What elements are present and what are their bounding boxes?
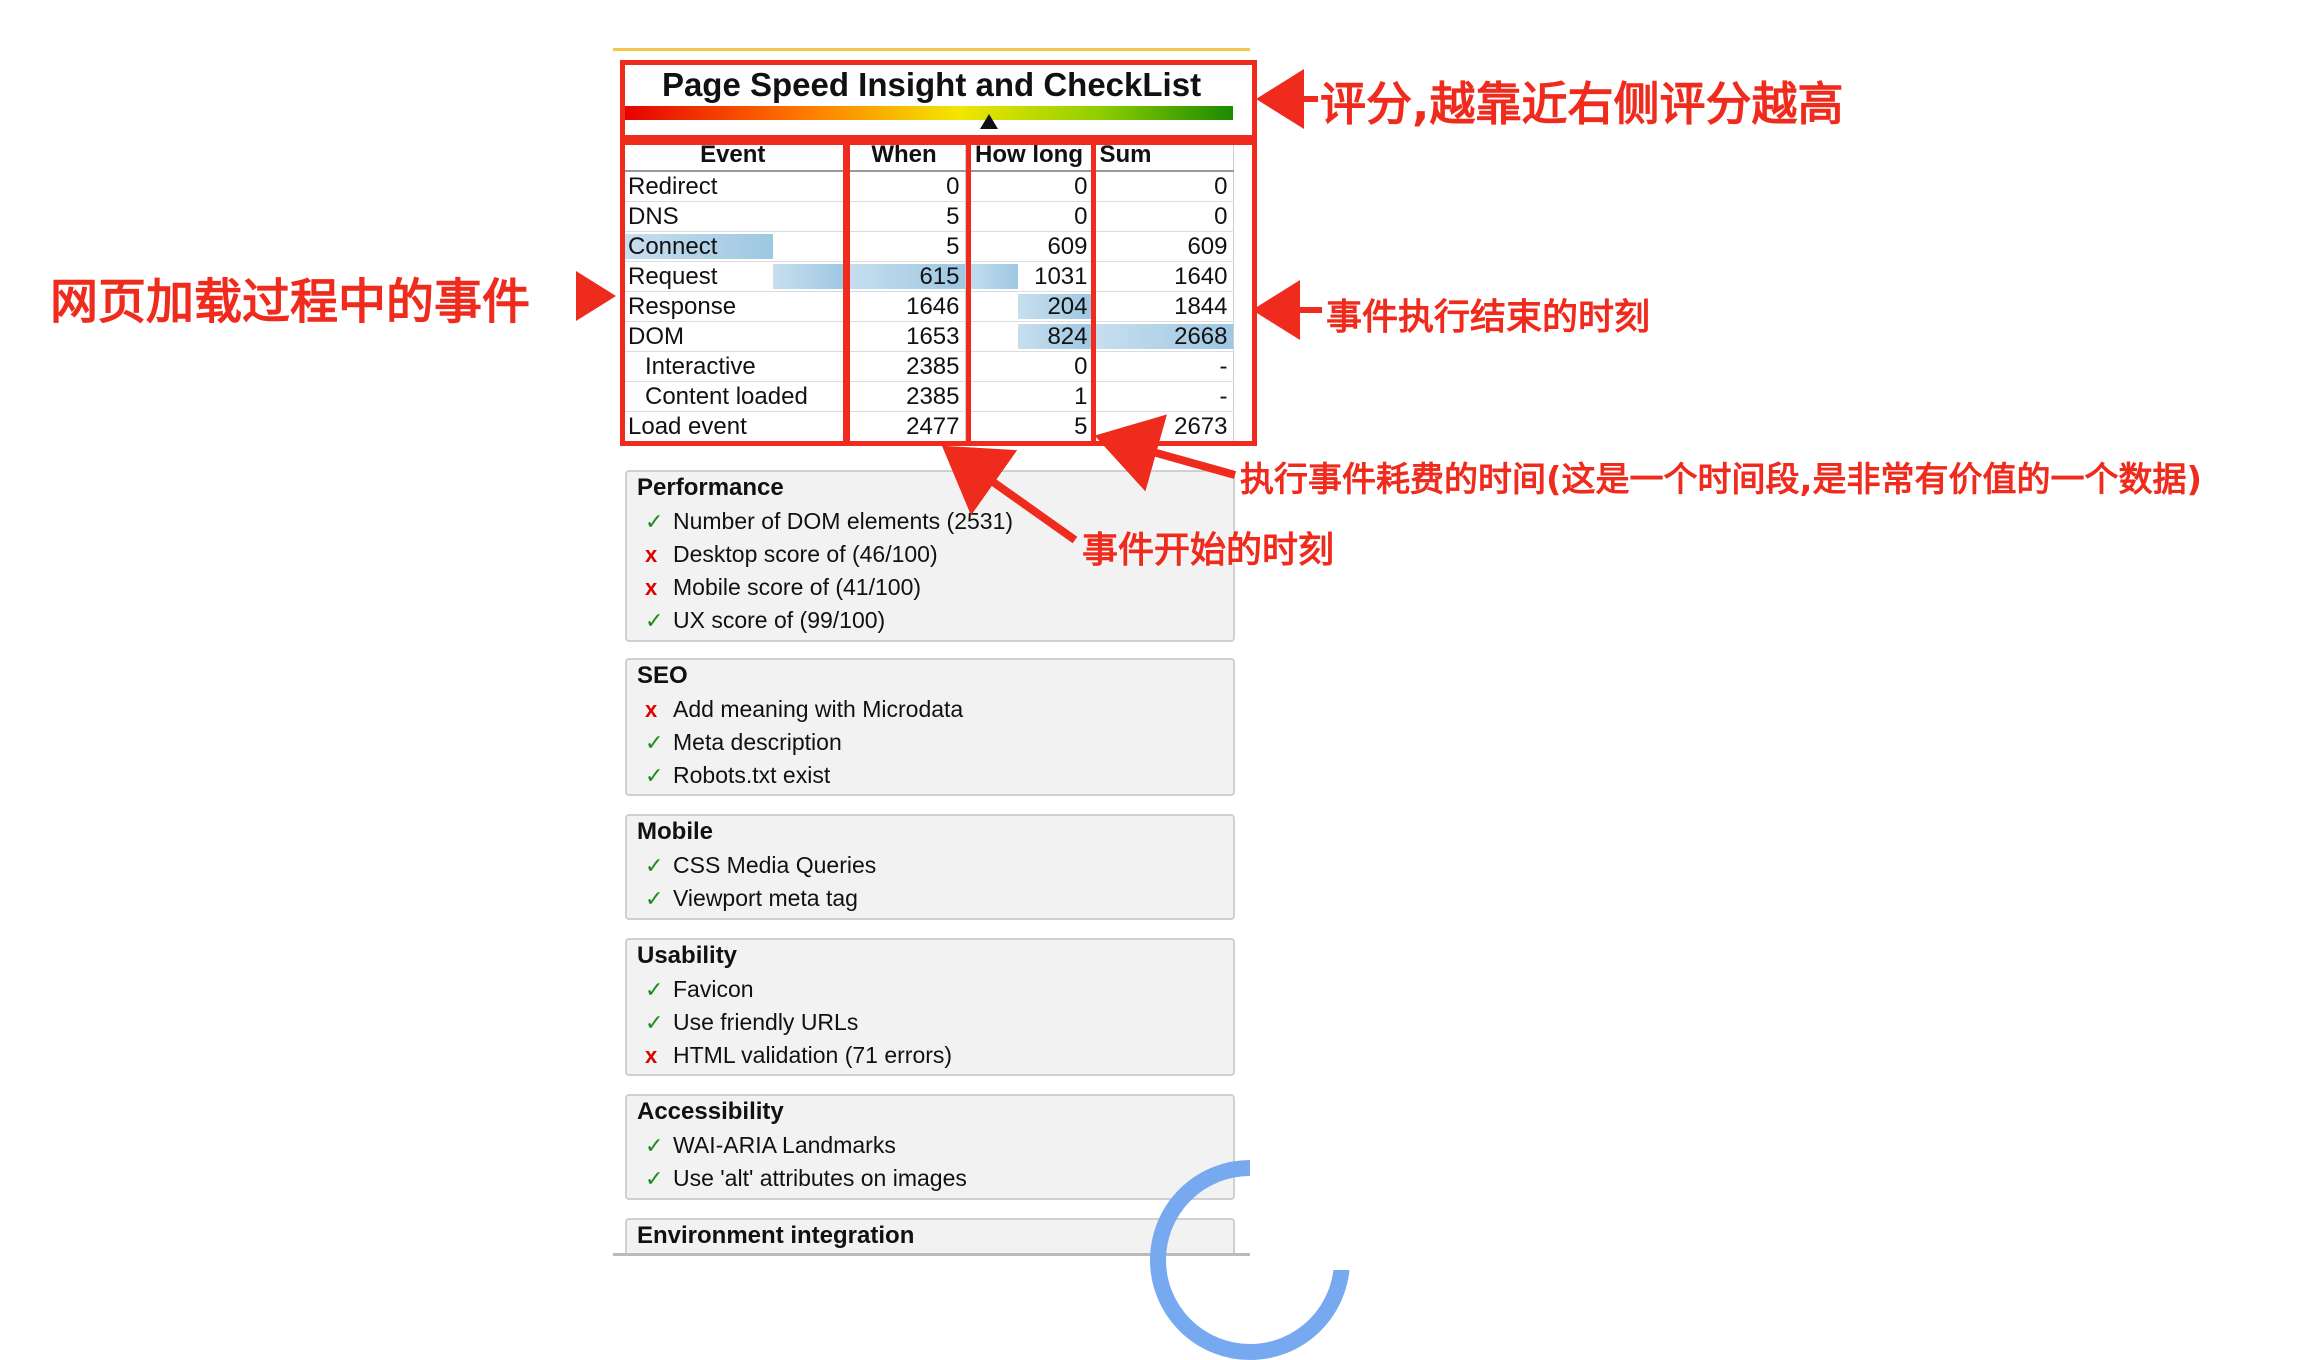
start-time-arrow: [941, 445, 1078, 544]
annotation-arrows: [576, 69, 1322, 544]
end-time-annotation: 事件执行结束的时刻: [1326, 297, 1651, 338]
duration-arrow: [1094, 414, 1237, 492]
duration-annotation: 执行事件耗费的时间(这是一个时间段,是非常有价值的一个数据): [1240, 460, 2202, 500]
events-annotation: 网页加载过程中的事件: [50, 274, 531, 330]
score-annotation: 评分,越靠近右侧评分越高: [1320, 77, 1844, 131]
start-time-annotation: 事件开始的时刻: [1082, 530, 1335, 571]
